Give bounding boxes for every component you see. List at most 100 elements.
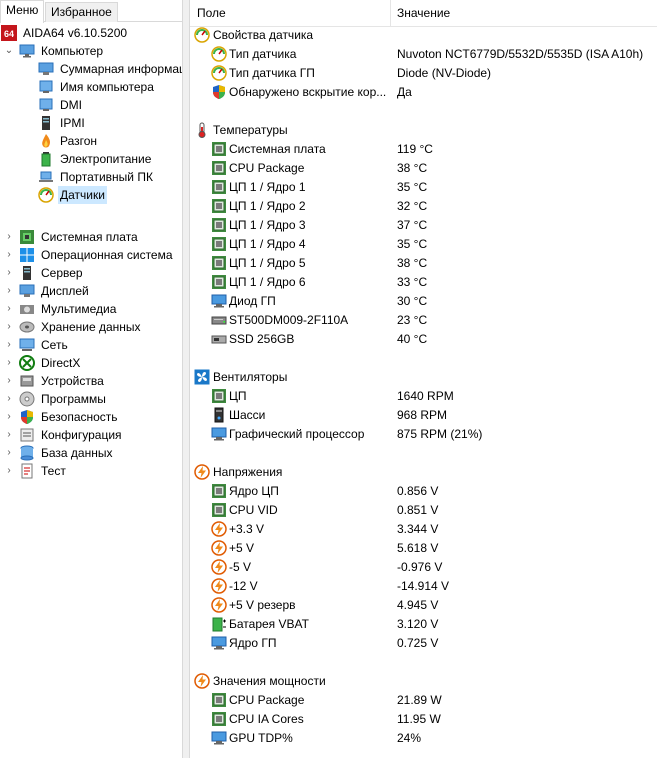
sensor-row[interactable]: Диод ГП 30 °C (190, 292, 657, 311)
sensor-row[interactable]: Системная плата 119 °C (190, 140, 657, 159)
chevron-down-icon[interactable]: ⌄ (3, 42, 15, 60)
sensor-row[interactable]: CPU VID 0.851 V (190, 501, 657, 520)
sensor-row[interactable]: Тип датчика Nuvoton NCT6779D/5532D/5535D … (190, 45, 657, 64)
chevron-right-icon[interactable]: › (3, 390, 15, 408)
sensor-value: 24% (397, 731, 422, 745)
benchmark-icon (19, 463, 35, 479)
voltage-icon (211, 578, 227, 594)
section-header[interactable]: Свойства датчика (190, 26, 657, 45)
tree-item-server[interactable]: › Сервер (3, 264, 85, 282)
pane-splitter[interactable] (183, 0, 190, 758)
tree-item-database[interactable]: › База данных (3, 444, 114, 462)
sensor-row[interactable]: Графический процессор 875 RPM (21%) (190, 425, 657, 444)
tree-item-network[interactable]: › Сеть (3, 336, 70, 354)
tree-item-dmi[interactable]: DMI (38, 96, 84, 114)
tree-item-motherboard[interactable]: › Системная плата (3, 228, 140, 246)
tree-item-summary[interactable]: Суммарная информация (38, 60, 182, 78)
sensor-value: 119 °C (397, 142, 433, 156)
section-header[interactable]: Значения мощности (190, 672, 657, 691)
sensor-row[interactable]: -5 V -0.976 V (190, 558, 657, 577)
sensor-field: GPU TDP% (229, 731, 293, 745)
sensor-row[interactable]: Батарея VBAT 3.120 V (190, 615, 657, 634)
sensor-row[interactable]: SSD 256GB 40 °C (190, 330, 657, 349)
chip-icon (211, 502, 227, 518)
column-divider[interactable] (390, 0, 391, 27)
sensor-row[interactable]: ЦП 1 / Ядро 2 32 °C (190, 197, 657, 216)
sensor-row[interactable]: Ядро ГП 0.725 V (190, 634, 657, 653)
chevron-right-icon[interactable]: › (3, 372, 15, 390)
chevron-right-icon[interactable]: › (3, 282, 15, 300)
computer-icon (19, 43, 35, 59)
sensor-row[interactable]: -12 V -14.914 V (190, 577, 657, 596)
svg-text:64: 64 (4, 29, 14, 39)
sensor-row[interactable]: CPU Package 38 °C (190, 159, 657, 178)
sensor-row[interactable]: +3.3 V 3.344 V (190, 520, 657, 539)
tree-item-overclock[interactable]: Разгон (38, 132, 99, 150)
sensor-row[interactable]: GPU TDP% 24% (190, 729, 657, 748)
dmi-icon (38, 97, 54, 113)
section-header[interactable]: Напряжения (190, 463, 657, 482)
tree-item-devices[interactable]: › Устройства (3, 372, 106, 390)
voltage-icon (194, 464, 210, 480)
sensor-row[interactable]: Обнаружено вскрытие кор... Да (190, 83, 657, 102)
sensor-row[interactable]: ЦП 1640 RPM (190, 387, 657, 406)
tree-root[interactable]: 64 AIDA64 v6.10.5200 (1, 24, 129, 42)
tab-menu[interactable]: Меню (0, 0, 45, 23)
tree-item-display[interactable]: › Дисплей (3, 282, 91, 300)
sensor-row[interactable]: ЦП 1 / Ядро 5 38 °C (190, 254, 657, 273)
thermometer-icon (194, 122, 210, 138)
sensor-row[interactable]: CPU Package 21.89 W (190, 691, 657, 710)
tree-item-power[interactable]: Электропитание (38, 150, 153, 168)
tree-item-configuration[interactable]: › Конфигурация (3, 426, 124, 444)
column-field[interactable]: Поле (197, 6, 226, 20)
tree-item-os[interactable]: › Операционная система (3, 246, 175, 264)
chevron-right-icon[interactable]: › (3, 264, 15, 282)
tree-item-portable-pc[interactable]: Портативный ПК (38, 168, 155, 186)
tree-item-computer[interactable]: ⌄ Компьютер (3, 42, 105, 60)
sensor-row[interactable]: ST500DM009-2F110A 23 °C (190, 311, 657, 330)
sensor-row[interactable]: +5 V 5.618 V (190, 539, 657, 558)
tree-item-test[interactable]: › Тест (3, 462, 68, 480)
section-title: Значения мощности (213, 674, 326, 688)
chevron-right-icon[interactable]: › (3, 318, 15, 336)
sensor-row[interactable]: ЦП 1 / Ядро 3 37 °C (190, 216, 657, 235)
tree-item-sensors[interactable]: Датчики (38, 186, 107, 204)
sensor-value: 0.856 V (397, 484, 439, 498)
tree-item-programs[interactable]: › Программы (3, 390, 108, 408)
sensor-value: 37 °C (397, 218, 428, 232)
chip-icon (211, 141, 227, 157)
sensor-field: Обнаружено вскрытие кор... (229, 85, 387, 99)
section-header[interactable]: Температуры (190, 121, 657, 140)
sensor-row[interactable]: ЦП 1 / Ядро 1 35 °C (190, 178, 657, 197)
chevron-right-icon[interactable]: › (3, 444, 15, 462)
chip-icon (211, 217, 227, 233)
tree-item-ipmi[interactable]: IPMI (38, 114, 87, 132)
sensor-row[interactable]: CPU IA Cores 11.95 W (190, 710, 657, 729)
chevron-right-icon[interactable]: › (3, 462, 15, 480)
sensor-row[interactable]: Тип датчика ГП Diode (NV-Diode) (190, 64, 657, 83)
sensor-row[interactable]: Ядро ЦП 0.856 V (190, 482, 657, 501)
chevron-right-icon[interactable]: › (3, 408, 15, 426)
column-value[interactable]: Значение (397, 6, 450, 20)
chevron-right-icon[interactable]: › (3, 336, 15, 354)
sensor-row[interactable]: ЦП 1 / Ядро 4 35 °C (190, 235, 657, 254)
tab-favorites[interactable]: Избранное (45, 2, 118, 22)
tree-item-security[interactable]: › Безопасность (3, 408, 120, 426)
chevron-right-icon[interactable]: › (3, 354, 15, 372)
sensor-row[interactable]: Шасси 968 RPM (190, 406, 657, 425)
sensor-field: Шасси (229, 408, 266, 422)
tree-item-multimedia[interactable]: › Мультимедиа (3, 300, 118, 318)
chevron-right-icon[interactable]: › (3, 426, 15, 444)
chevron-right-icon[interactable]: › (3, 300, 15, 318)
section-header[interactable]: Вентиляторы (190, 368, 657, 387)
sensor-row[interactable]: +5 V резерв 4.945 V (190, 596, 657, 615)
chevron-right-icon[interactable]: › (3, 228, 15, 246)
sensor-row[interactable]: ЦП 1 / Ядро 6 33 °C (190, 273, 657, 292)
tree-item-storage[interactable]: › Хранение данных (3, 318, 143, 336)
summary-icon (38, 61, 54, 77)
tree-root-label: AIDA64 v6.10.5200 (23, 26, 128, 40)
tree-item-computer-name[interactable]: Имя компьютера (38, 78, 156, 96)
chevron-right-icon[interactable]: › (3, 246, 15, 264)
sensor-field: Графический процессор (229, 427, 365, 441)
tree-item-directx[interactable]: › DirectX (3, 354, 82, 372)
